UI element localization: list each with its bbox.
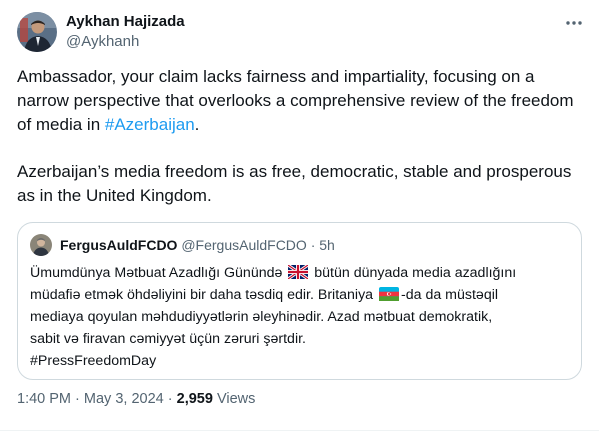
quote-text: Ümumdünya Mətbuat Azadlığı Günündə bütün… — [30, 262, 570, 372]
hashtag-link[interactable]: #Azerbaijan — [105, 115, 195, 134]
tweet-meta: 1:40 PM · May 3, 2024 · 2,959 Views — [17, 391, 255, 407]
separator-dot: · — [75, 391, 80, 407]
views-label: Views — [216, 391, 256, 407]
uk-flag-icon — [288, 265, 309, 279]
views-count: 2,959 — [176, 391, 213, 407]
separator-dot: · — [310, 237, 316, 253]
quote-text-part: bütün dünyada media azadlığını — [314, 265, 517, 281]
quote-author-name[interactable]: FergusAuldFCDO — [60, 237, 177, 253]
author-avatar[interactable] — [17, 12, 57, 52]
quote-line: mediaya qoyulan məhdudiyyətlərin əleyhin… — [30, 309, 493, 325]
tweet-text: Ambassador, your claim lacks fairness an… — [17, 65, 582, 208]
quote-author-avatar[interactable] — [30, 234, 52, 256]
quote-text-part: müdafiə etmək öhdəliyini bir daha təsdiq… — [30, 287, 374, 303]
quote-hashtag[interactable]: #PressFreedomDay — [30, 350, 570, 372]
quoted-tweet[interactable]: FergusAuldFCDO @FergusAuldFCDO · 5h Ümum… — [17, 222, 582, 380]
separator-dot: · — [167, 391, 173, 407]
tweet-paragraph-1: Ambassador, your claim lacks fairness an… — [17, 65, 582, 137]
author-name[interactable]: Aykhan Hajizada — [66, 13, 185, 30]
quote-line: müdafiə etmək öhdəliyini bir daha təsdiq… — [30, 284, 570, 306]
tweet-text-part: Ambassador, your claim lacks fairness an… — [17, 67, 574, 134]
tweet-date[interactable]: May 3, 2024 — [84, 391, 164, 407]
azerbaijan-flag-icon — [379, 287, 400, 301]
tweet-time[interactable]: 1:40 PM — [17, 391, 71, 407]
quote-line: sabit və firavan cəmiyyət üçün zəruri şə… — [30, 331, 306, 347]
quote-author-handle[interactable]: @FergusAuldFCDO — [181, 237, 306, 253]
tweet-paragraph-2: Azerbaijan’s media freedom is as free, d… — [17, 162, 572, 205]
quote-line: Ümumdünya Mətbuat Azadlığı Günündə bütün… — [30, 262, 570, 284]
quote-text-part: Ümumdünya Mətbuat Azadlığı Günündə — [30, 265, 283, 281]
author-handle[interactable]: @Aykhanh — [66, 33, 139, 50]
tweet-text-part: . — [194, 115, 200, 134]
more-options-button[interactable] — [561, 10, 587, 36]
tweet: Aykhan Hajizada @Aykhanh Ambassador, you… — [0, 0, 599, 431]
quote-header: FergusAuldFCDO @FergusAuldFCDO · 5h — [60, 237, 335, 254]
more-horizontal-icon — [566, 21, 582, 25]
quote-text-part: -da da müstəqil — [401, 287, 499, 303]
quote-timestamp[interactable]: 5h — [319, 237, 335, 253]
